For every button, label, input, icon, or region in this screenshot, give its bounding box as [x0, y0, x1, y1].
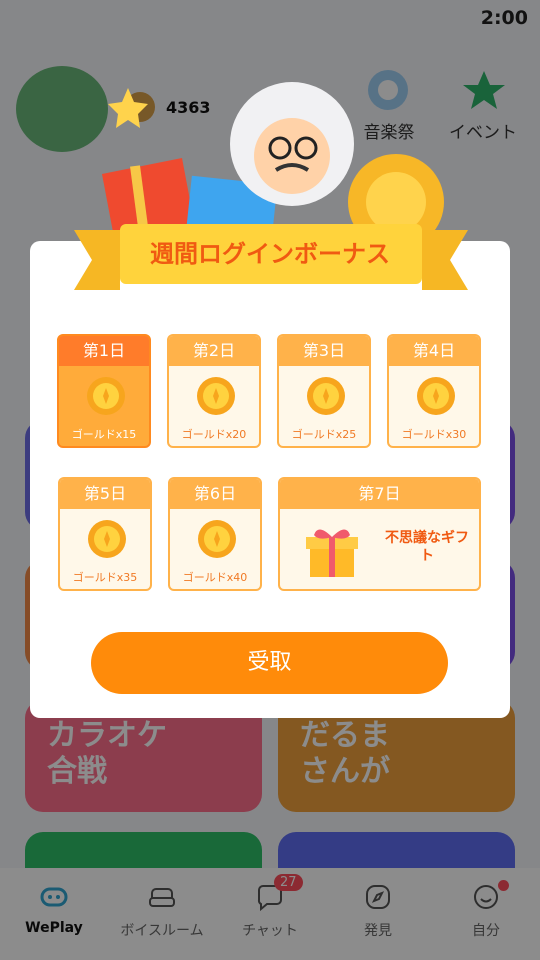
gold-coin-icon	[198, 520, 236, 558]
reward-amount: ゴールドx30	[401, 428, 467, 441]
reward-amount: ゴールドx40	[182, 571, 248, 584]
day-label: 第4日	[389, 336, 479, 366]
professor-mascot-illustration	[102, 82, 444, 250]
day-6-reward[interactable]: 第6日 ゴールドx40	[168, 477, 262, 591]
gift-box-icon	[306, 529, 358, 577]
gold-coin-icon	[417, 377, 455, 415]
reward-amount: ゴールドx20	[181, 428, 247, 441]
day-2-reward[interactable]: 第2日 ゴールドx20	[167, 334, 261, 448]
gold-coin-icon	[88, 520, 126, 558]
gold-coin-icon	[307, 377, 345, 415]
reward-amount: ゴールドx35	[72, 571, 138, 584]
day-label: 第5日	[60, 479, 150, 509]
receive-button[interactable]: 受取	[91, 632, 448, 694]
gold-coin-icon	[197, 377, 235, 415]
day-5-reward[interactable]: 第5日 ゴールドx35	[58, 477, 152, 591]
day-1-reward[interactable]: 第1日 ゴールドx15	[57, 334, 151, 448]
day-label: 第6日	[170, 479, 260, 509]
reward-amount: ゴールドx25	[291, 428, 357, 441]
mystery-gift-label: 不思議なギフト	[385, 530, 469, 564]
day-3-reward[interactable]: 第3日 ゴールドx25	[277, 334, 371, 448]
day-label: 第7日	[280, 479, 479, 509]
day-label: 第3日	[279, 336, 369, 366]
day-label: 第1日	[59, 336, 149, 366]
day-7-reward[interactable]: 第7日 不思議なギフト	[278, 477, 481, 591]
day-label: 第2日	[169, 336, 259, 366]
gold-coin-icon	[87, 377, 125, 415]
reward-amount: ゴールドx15	[71, 428, 137, 441]
dialog-title: 週間ログインボーナス	[150, 240, 390, 268]
day-4-reward[interactable]: 第4日 ゴールドx30	[387, 334, 481, 448]
